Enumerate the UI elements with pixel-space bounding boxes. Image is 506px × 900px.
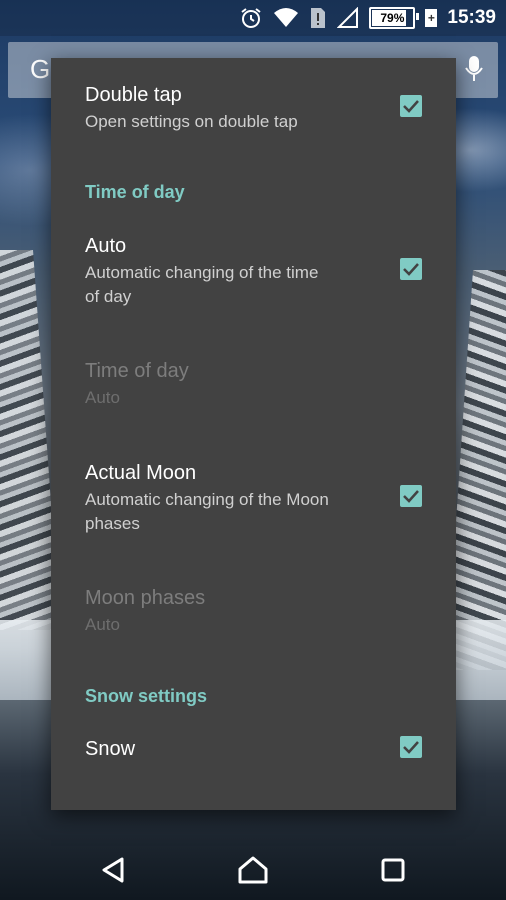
pref-auto-title: Auto bbox=[85, 235, 127, 257]
check-icon bbox=[403, 741, 419, 754]
battery-icon: 79% bbox=[369, 7, 420, 29]
pref-time-of-day-title: Time of day bbox=[85, 360, 189, 382]
pref-actual-moon-summary: Automatic changing of the Moon phases bbox=[85, 490, 329, 533]
pref-time-of-day-summary: Auto bbox=[85, 388, 120, 407]
status-time: 15:39 bbox=[447, 7, 496, 28]
auto-checkbox[interactable] bbox=[400, 258, 422, 280]
pref-double-tap-title: Double tap bbox=[85, 84, 182, 106]
pref-double-tap-summary: Open settings on double tap bbox=[85, 112, 298, 131]
status-bar: 79% + 15:39 bbox=[0, 0, 506, 36]
google-logo: G bbox=[30, 54, 51, 84]
settings-dialog: Double tap Open settings on double tap T… bbox=[51, 58, 456, 810]
recents-icon bbox=[381, 858, 405, 882]
pref-moon-phases-title: Moon phases bbox=[85, 587, 206, 609]
alarm-icon bbox=[241, 8, 261, 28]
pref-moon-phases: Moon phases Auto bbox=[85, 585, 422, 637]
sim-alert-icon bbox=[311, 8, 326, 28]
snow-checkbox[interactable] bbox=[400, 736, 422, 758]
back-icon bbox=[102, 857, 124, 883]
recents-button[interactable] bbox=[373, 850, 413, 890]
category-snow-settings: Snow settings bbox=[85, 686, 208, 706]
pref-snow[interactable]: Snow bbox=[85, 736, 422, 762]
check-icon bbox=[403, 100, 419, 113]
pref-snow-title: Snow bbox=[85, 738, 136, 760]
wifi-icon bbox=[274, 8, 299, 27]
check-icon bbox=[403, 263, 419, 276]
check-icon bbox=[403, 490, 419, 503]
pref-actual-moon-title: Actual Moon bbox=[85, 462, 197, 484]
pref-actual-moon[interactable]: Actual Moon Automatic changing of the Mo… bbox=[85, 460, 422, 536]
signal-icon bbox=[337, 7, 359, 28]
home-icon bbox=[238, 856, 268, 884]
pref-time-of-day: Time of day Auto bbox=[85, 358, 422, 410]
charging-icon: + bbox=[425, 9, 438, 27]
category-time-of-day: Time of day bbox=[85, 182, 185, 202]
battery-percent: 79% bbox=[380, 11, 405, 25]
microphone-icon[interactable] bbox=[464, 54, 484, 84]
pref-auto[interactable]: Auto Automatic changing of the time of d… bbox=[85, 233, 422, 309]
pref-double-tap[interactable]: Double tap Open settings on double tap bbox=[85, 82, 422, 134]
double-tap-checkbox[interactable] bbox=[400, 95, 422, 117]
navigation-bar bbox=[0, 830, 506, 900]
home-button[interactable] bbox=[233, 850, 273, 890]
actual-moon-checkbox[interactable] bbox=[400, 485, 422, 507]
back-button[interactable] bbox=[93, 850, 133, 890]
pref-moon-phases-summary: Auto bbox=[85, 615, 120, 634]
pref-auto-summary: Automatic changing of the time of day bbox=[85, 263, 319, 306]
